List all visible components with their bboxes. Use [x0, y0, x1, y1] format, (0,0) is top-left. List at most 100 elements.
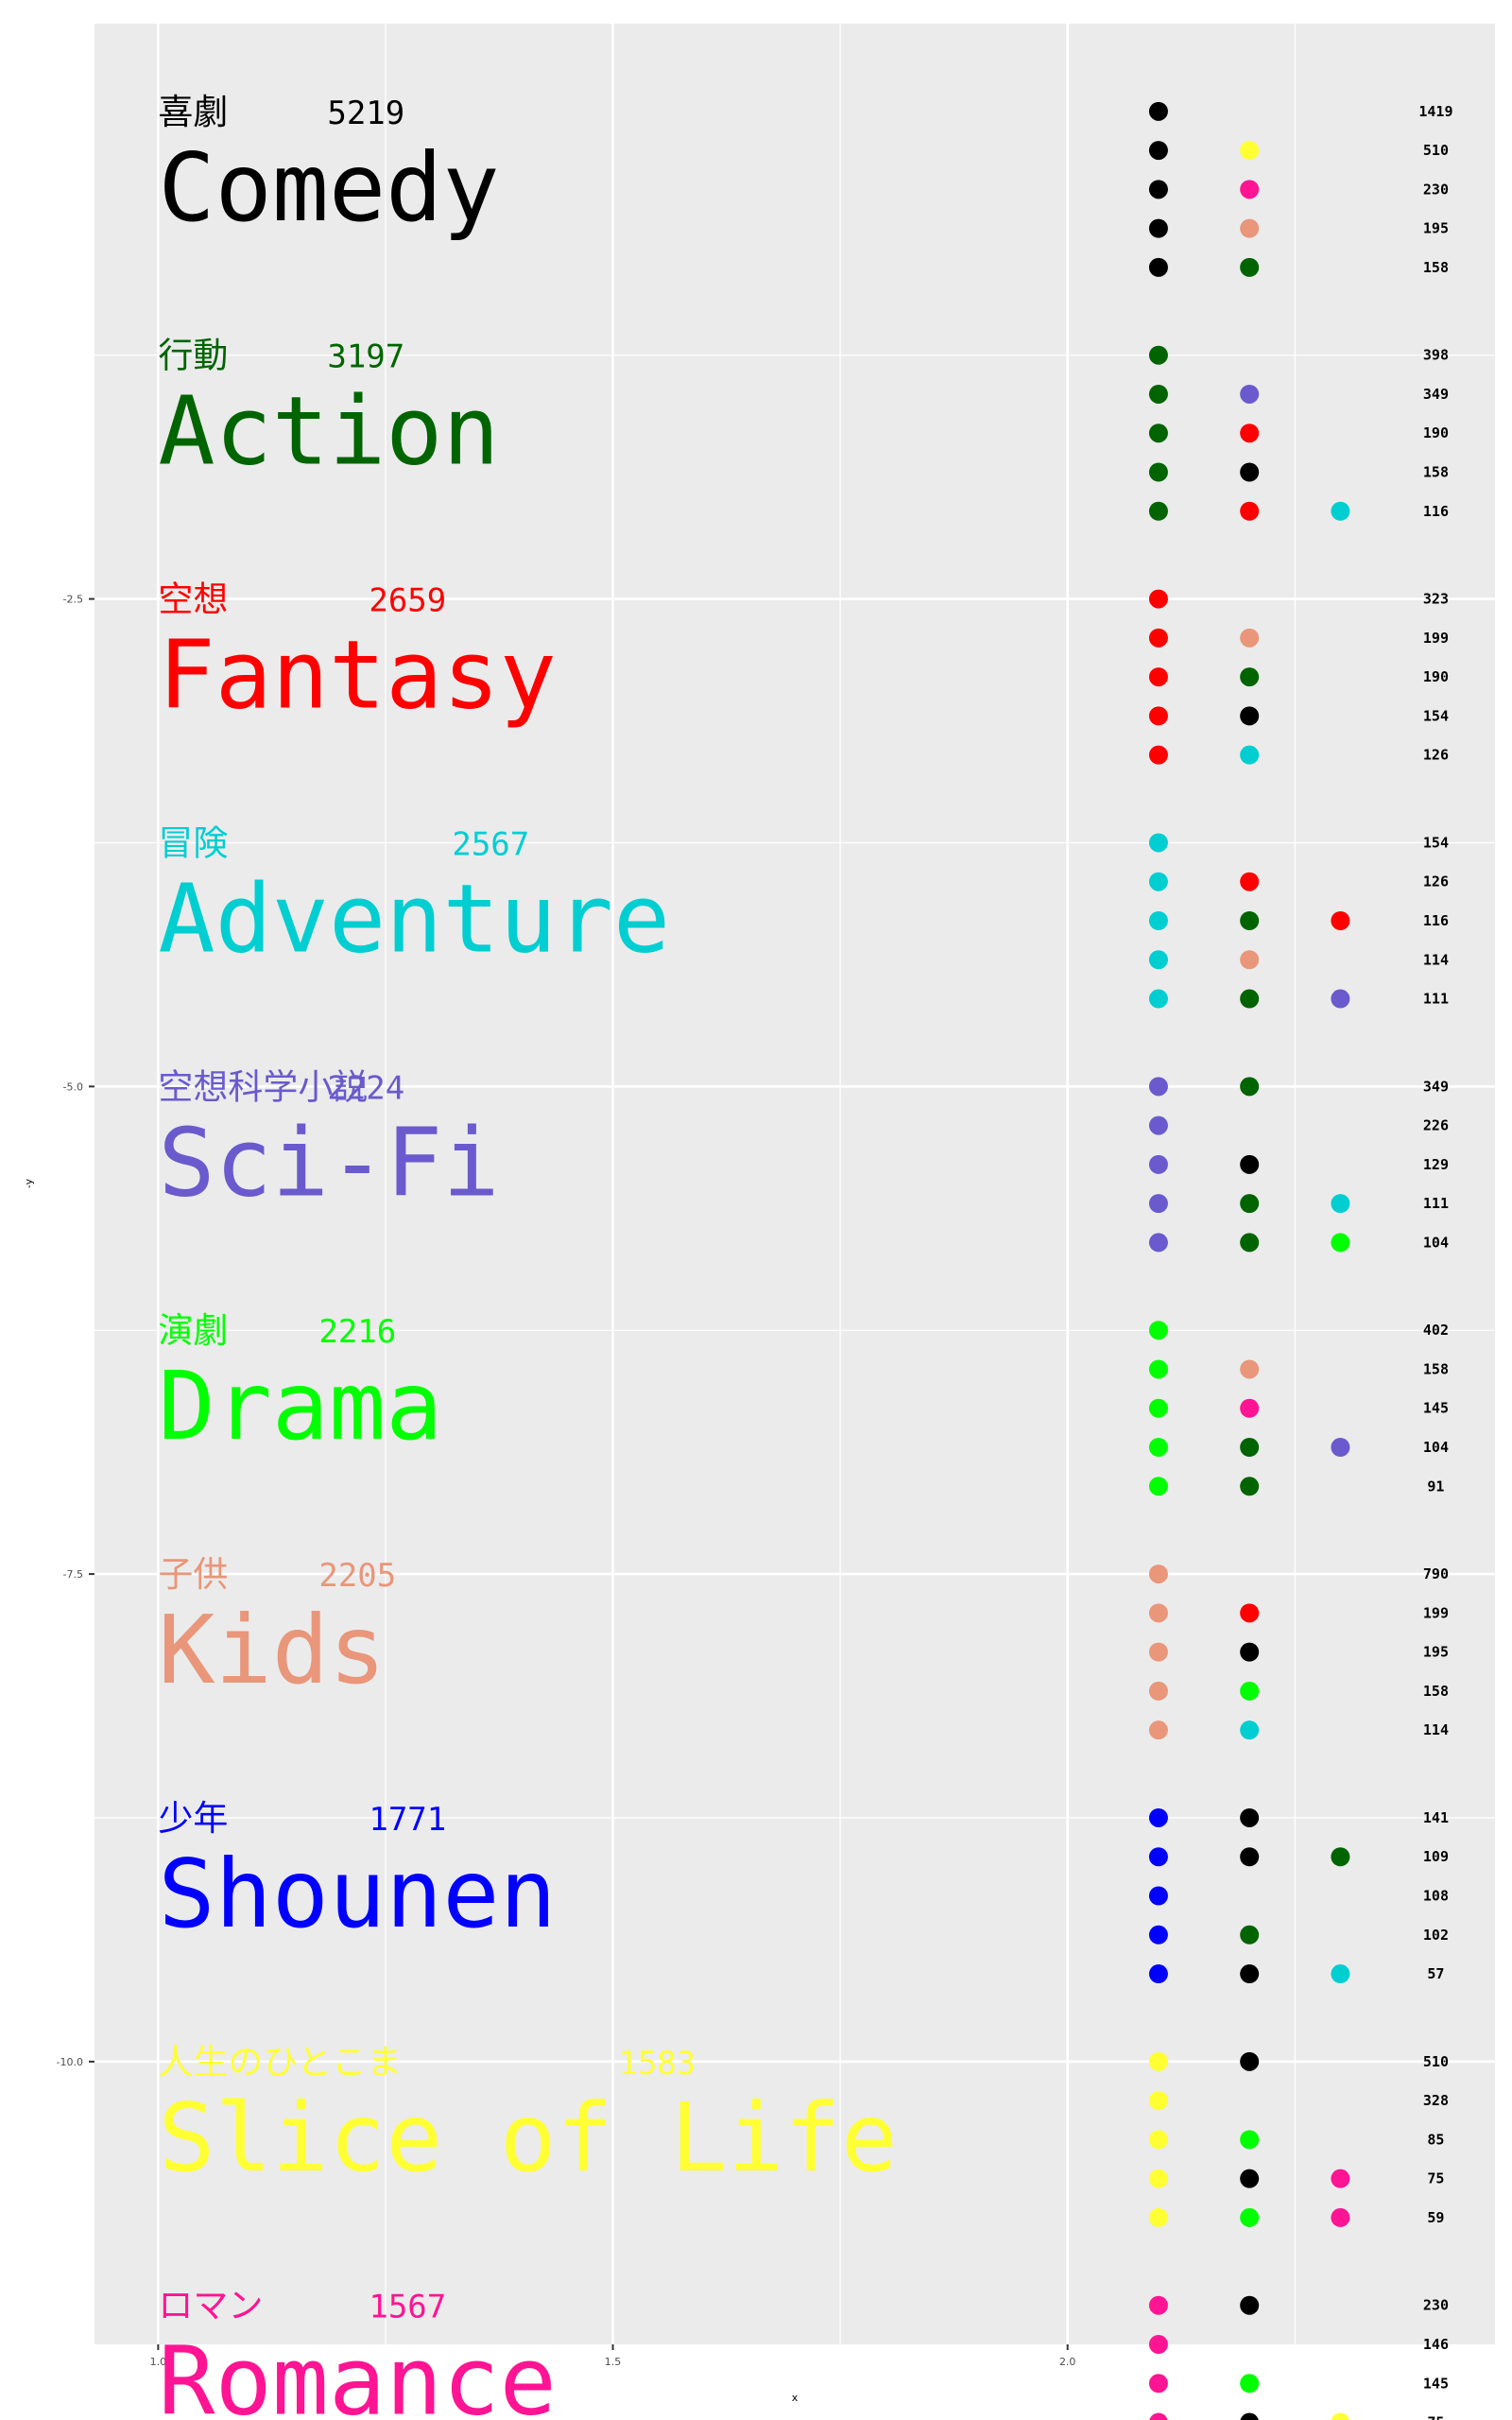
dot-primary [1148, 257, 1168, 277]
dot-secondary [1240, 141, 1260, 161]
genre-total: 2567 [452, 825, 529, 863]
y-tick-label: -5.0 [63, 1080, 83, 1093]
dot-secondary [1240, 1438, 1260, 1458]
dot-secondary [1240, 2374, 1260, 2394]
count-label: 230 [1423, 2297, 1449, 2314]
dot-primary [1148, 101, 1168, 121]
count-label: 398 [1423, 347, 1449, 364]
genre-total: 1583 [618, 2045, 696, 2083]
dot-secondary [1240, 1807, 1260, 1827]
genre-name: Sci-Fi [158, 1107, 499, 1218]
dot-secondary [1240, 950, 1260, 970]
count-label: 104 [1423, 1234, 1449, 1251]
genre-total: 3197 [327, 338, 404, 376]
dot-primary [1148, 989, 1168, 1009]
dot-primary [1148, 745, 1168, 765]
count-label: 102 [1423, 1927, 1449, 1944]
count-label: 111 [1423, 991, 1449, 1008]
dot-primary [1148, 180, 1168, 199]
genre-total: 2224 [327, 1069, 404, 1107]
dot-secondary [1240, 1925, 1260, 1945]
dot-secondary [1240, 1398, 1260, 1418]
count-label: 104 [1423, 1439, 1449, 1456]
count-label: 402 [1423, 1322, 1449, 1339]
genre-name-ja: 少年 [158, 1798, 228, 1839]
dot-primary [1148, 589, 1168, 609]
dot-tertiary [1331, 2207, 1350, 2227]
dot-primary [1148, 910, 1168, 930]
count-label: 510 [1423, 142, 1449, 159]
genre-name-ja: 冒険 [158, 822, 228, 863]
count-label: 126 [1423, 747, 1449, 764]
count-label: 114 [1423, 1721, 1449, 1738]
genre-chart: 1.0 1.5 2.0-2.5-5.0-7.5-10.0 喜劇 5219Comedy1… [0, 0, 1512, 2420]
genre-name-ja: 喜劇 [158, 92, 228, 132]
count-label: 349 [1423, 1078, 1449, 1095]
genre-name: Drama [158, 1351, 442, 1461]
count-label: 328 [1423, 2092, 1449, 2109]
count-label: 114 [1423, 951, 1449, 968]
dot-secondary [1240, 989, 1260, 1009]
count-label: 85 [1427, 2131, 1444, 2148]
dot-tertiary [1331, 501, 1350, 521]
genre-name: Action [158, 376, 499, 487]
dot-secondary [1240, 2169, 1260, 2188]
dot-tertiary [1331, 1847, 1350, 1867]
genre-name-ja: 空想 [158, 579, 228, 620]
x-axis-label: x [792, 2392, 799, 2404]
dot-primary [1148, 1233, 1168, 1253]
genre-name: Kids [158, 1595, 386, 1705]
count-label: 145 [1423, 1400, 1449, 1417]
dot-primary [1148, 1398, 1168, 1418]
genre-total: 1771 [369, 1801, 446, 1839]
dot-secondary [1240, 1477, 1260, 1496]
count-label: 199 [1423, 630, 1449, 647]
dot-secondary [1240, 2207, 1260, 2227]
dot-primary [1148, 424, 1168, 443]
genre-total: 2205 [318, 1557, 396, 1595]
dot-primary [1148, 833, 1168, 853]
count-label: 91 [1427, 1478, 1444, 1495]
dot-primary [1148, 706, 1168, 726]
count-label: 195 [1423, 220, 1449, 237]
genre-name-ja: ロマン [158, 2286, 263, 2326]
genre-name: Shounen [158, 1839, 556, 1949]
dot-secondary [1240, 501, 1260, 521]
count-label: 116 [1423, 912, 1449, 929]
x-tick-label: 2.0 [1059, 2356, 1076, 2368]
dot-primary [1148, 141, 1168, 161]
dot-primary [1148, 345, 1168, 365]
dot-primary [1148, 1964, 1168, 1984]
dot-primary [1148, 1321, 1168, 1340]
count-label: 75 [1427, 2414, 1444, 2420]
count-label: 57 [1427, 1965, 1444, 1982]
dot-primary [1148, 1886, 1168, 1906]
dot-primary [1148, 1477, 1168, 1496]
dot-secondary [1240, 2295, 1260, 2315]
dot-primary [1148, 1847, 1168, 1867]
count-label: 59 [1427, 2209, 1444, 2226]
dot-secondary [1240, 872, 1260, 891]
dot-primary [1148, 1077, 1168, 1097]
dot-primary [1148, 218, 1168, 238]
count-label: 126 [1423, 873, 1449, 890]
dot-secondary [1240, 1077, 1260, 1097]
count-label: 199 [1423, 1604, 1449, 1621]
genre-name: Slice of Life [158, 2083, 898, 2193]
count-label: 108 [1423, 1888, 1449, 1905]
dot-primary [1148, 2295, 1168, 2315]
count-label: 230 [1423, 181, 1449, 198]
dot-secondary [1240, 1154, 1260, 1174]
genre-name: Romance [158, 2326, 556, 2420]
count-label: 154 [1423, 707, 1449, 724]
dot-primary [1148, 1115, 1168, 1135]
count-label: 190 [1423, 424, 1449, 441]
y-tick-label: -2.5 [63, 594, 83, 606]
genre-name-ja: 人生のひとこま [158, 2042, 402, 2083]
dot-primary [1148, 1925, 1168, 1945]
dot-primary [1148, 1720, 1168, 1740]
dot-primary [1148, 1642, 1168, 1662]
dot-primary [1148, 2091, 1168, 2111]
dot-secondary [1240, 1603, 1260, 1623]
count-label: 510 [1423, 2053, 1449, 2070]
